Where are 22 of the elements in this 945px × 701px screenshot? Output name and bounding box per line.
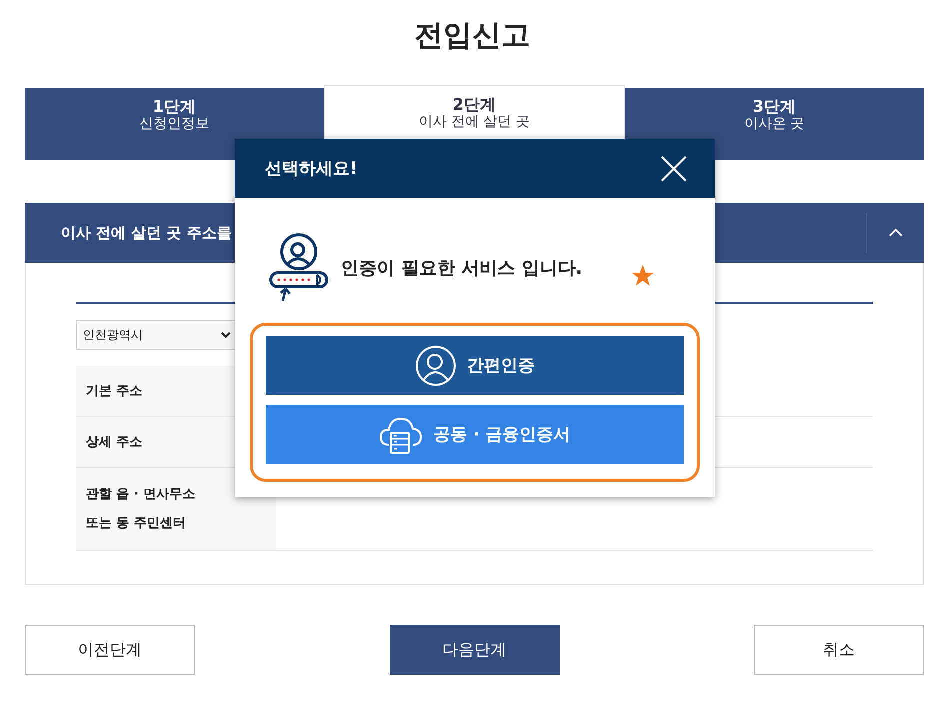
dialog-title: 선택하세요!	[265, 158, 358, 180]
field-label: 기본 주소	[86, 382, 143, 400]
step-tab[interactable]: 3단계 이사온 곳	[625, 88, 924, 160]
close-button[interactable]	[661, 156, 687, 182]
field-label: 상세 주소	[86, 434, 143, 452]
step-button[interactable]: 다음단계	[390, 625, 560, 675]
user-password-icon	[269, 233, 331, 303]
field-label: 관할 읍 · 면사무소 또는 동 주민센터	[86, 486, 196, 533]
page-title: 전입신고	[414, 17, 532, 54]
star-icon	[630, 264, 655, 288]
step-button[interactable]: 취소	[754, 625, 924, 675]
section-title: 이사 전에 살던 곳 주소를	[60, 224, 232, 242]
step-tab[interactable]: 1단계 신청인정보	[25, 88, 324, 160]
dialog-message: 인증이 필요한 서비스 입니다.	[341, 257, 583, 280]
close-icon	[661, 156, 687, 182]
chevron-icon	[221, 332, 231, 338]
region-select[interactable]: 인천광역시	[76, 320, 236, 350]
step-button[interactable]: 이전단계	[25, 625, 195, 675]
auth-option-button[interactable]: 간편인증	[266, 336, 684, 395]
auth-option-button[interactable]: 공동 · 금융인증서	[266, 405, 684, 464]
chevron-icon	[888, 228, 904, 238]
user-icon	[415, 344, 457, 386]
